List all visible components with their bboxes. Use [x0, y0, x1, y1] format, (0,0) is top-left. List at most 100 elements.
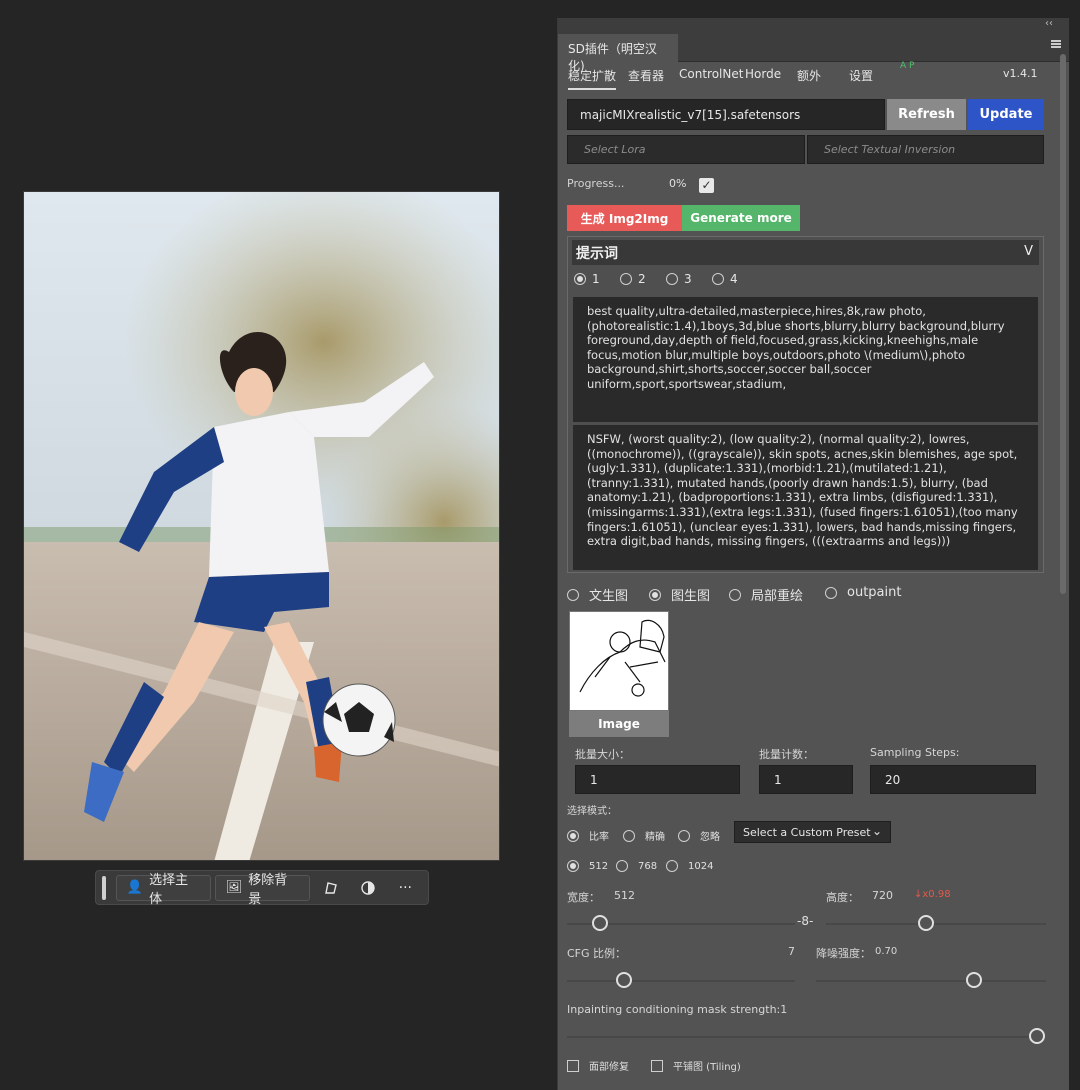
version-label: v1.4.1	[1003, 67, 1038, 80]
batch-size-input[interactable]: 1	[575, 765, 740, 794]
scale-mode-ratio[interactable]: 比率	[567, 828, 609, 843]
denoise-slider-track[interactable]	[816, 980, 1046, 982]
panel-tabbar: SD插件（明空汉化)	[558, 32, 1069, 73]
panel-tab[interactable]: SD插件（明空汉化)	[558, 34, 678, 73]
size-512[interactable]: 512	[567, 860, 608, 872]
cfg-slider-track[interactable]	[567, 980, 795, 982]
more-icon[interactable]: ···	[389, 875, 422, 901]
select-subject-button[interactable]: 👤 选择主体	[115, 873, 211, 907]
sd-plugin-panel: ‹‹ SD插件（明空汉化) 稳定扩散 查看器 ControlNet Horde …	[557, 18, 1069, 1090]
mask-slider-track[interactable]	[567, 1036, 1045, 1038]
generate-more-button[interactable]: Generate more	[682, 205, 800, 231]
mode-label: outpaint	[847, 585, 902, 600]
tab-stable-diffusion[interactable]: 稳定扩散	[568, 67, 617, 90]
progress-checkbox[interactable]: ✓	[699, 178, 714, 193]
panel-scrollbar[interactable]	[1060, 54, 1066, 594]
radio-icon	[623, 829, 635, 842]
tab-horde[interactable]: Horde	[745, 67, 781, 81]
mode-inpaint[interactable]: 局部重绘	[729, 585, 803, 604]
radio-icon	[574, 273, 586, 285]
link-icon[interactable]: -8-	[797, 914, 813, 928]
width-slider-knob[interactable]	[592, 915, 609, 931]
tab-settings[interactable]: 设置	[849, 67, 873, 84]
scale-mode-ignore[interactable]: 忽略	[678, 828, 720, 843]
height-slider-knob[interactable]	[917, 915, 934, 931]
slot-label: 4	[730, 272, 738, 286]
face-restore-checkbox[interactable]	[567, 1059, 579, 1072]
scale-mode-exact[interactable]: 精确	[623, 828, 665, 843]
denoise-label: 降噪强度：	[816, 947, 871, 960]
tab-viewer[interactable]: 查看器	[628, 67, 664, 84]
lora-select[interactable]: Select Lora	[567, 135, 805, 164]
radio-icon	[616, 860, 628, 872]
batch-count-label: 批量计数：	[759, 748, 814, 761]
tiling-checkbox[interactable]	[651, 1059, 663, 1072]
batch-count-input[interactable]: 1	[759, 765, 853, 794]
sampling-steps-input[interactable]: 20	[870, 765, 1036, 794]
size-768[interactable]: 768	[616, 860, 657, 872]
custom-preset-select[interactable]: Select a Custom Preset ⌄	[734, 821, 891, 843]
prompt-header[interactable]: 提示词 V	[572, 240, 1039, 265]
mode-txt2img[interactable]: 文生图	[567, 585, 628, 604]
textual-inversion-select[interactable]: Select Textual Inversion	[807, 135, 1044, 164]
prompt-slot-2[interactable]: 2	[620, 272, 646, 286]
update-button[interactable]: Update	[968, 99, 1044, 130]
mode-label: 图生图	[671, 589, 711, 604]
cfg-slider-knob[interactable]	[615, 972, 632, 988]
model-select[interactable]: majicMIXrealistic_v7[15].safetensors	[567, 99, 885, 130]
radio-icon	[666, 860, 678, 872]
plugin-nav: 稳定扩散 查看器 ControlNet Horde 额外 设置 A P v1.4…	[568, 61, 1058, 91]
mode-img2img[interactable]: 图生图	[649, 585, 710, 604]
height-label: 高度：	[826, 891, 859, 904]
sampling-steps-label: Sampling Steps:	[870, 746, 960, 759]
tab-controlnet[interactable]: ControlNet	[679, 67, 743, 81]
contextual-task-bar: 👤 选择主体 🖼 移除背景 ···	[95, 870, 429, 907]
remove-background-button[interactable]: 🖼 移除背景	[214, 873, 310, 907]
denoise-slider-knob[interactable]	[965, 972, 982, 988]
positive-prompt-textarea[interactable]: best quality,ultra-detailed,masterpiece,…	[573, 297, 1038, 422]
init-image-thumbnail[interactable]: Image	[569, 611, 669, 737]
chevron-down-icon[interactable]: V	[1024, 244, 1033, 259]
size-1024[interactable]: 1024	[666, 860, 713, 872]
radio-icon	[620, 273, 632, 285]
radio-icon	[666, 273, 678, 285]
prompt-title: 提示词	[576, 246, 618, 262]
tab-extras[interactable]: 额外	[797, 67, 821, 84]
drag-handle[interactable]	[102, 875, 106, 900]
radio-icon	[649, 588, 661, 601]
mask-strength-label: Inpainting conditioning mask strength:1	[567, 1003, 788, 1016]
panel-titlebar: ‹‹	[558, 18, 1069, 32]
mode-outpaint[interactable]: outpaint	[825, 585, 901, 600]
height-slider-track[interactable]	[826, 923, 1046, 925]
transform-icon[interactable]	[314, 875, 347, 901]
scale-mode-label: 忽略	[700, 832, 720, 843]
tiling-label: 平铺图 (Tiling)	[673, 1062, 741, 1073]
radio-icon	[567, 588, 579, 601]
radio-icon	[678, 829, 690, 842]
slot-label: 1	[592, 272, 600, 286]
prompt-slot-1[interactable]: 1	[574, 272, 600, 286]
mode-label: 文生图	[589, 589, 629, 604]
canvas-image[interactable]	[23, 191, 500, 861]
progress-value: 0%	[669, 177, 687, 190]
prompt-slot-3[interactable]: 3	[666, 272, 692, 286]
generate-button[interactable]: 生成 Img2Img	[567, 205, 682, 231]
size-label: 1024	[688, 860, 714, 872]
panel-menu-icon[interactable]	[1051, 40, 1061, 48]
radio-icon	[567, 829, 579, 842]
remove-background-label: 移除背景	[248, 872, 288, 907]
image-caption: Image	[569, 711, 669, 737]
radio-icon	[567, 860, 579, 872]
batch-size-label: 批量大小：	[575, 748, 630, 761]
prompt-slot-4[interactable]: 4	[712, 272, 738, 286]
adjustment-icon[interactable]	[351, 875, 384, 901]
person-icon: 👤	[126, 880, 144, 895]
mask-slider-knob[interactable]	[1029, 1028, 1045, 1044]
refresh-button[interactable]: Refresh	[887, 99, 966, 130]
radio-icon	[729, 588, 741, 601]
collapse-icon[interactable]: ‹‹	[1045, 18, 1053, 29]
radio-icon	[712, 273, 724, 285]
negative-prompt-textarea[interactable]: NSFW, (worst quality:2), (low quality:2)…	[573, 425, 1038, 570]
width-label: 宽度：	[567, 891, 600, 904]
scale-mode-label: 比率	[589, 832, 609, 843]
